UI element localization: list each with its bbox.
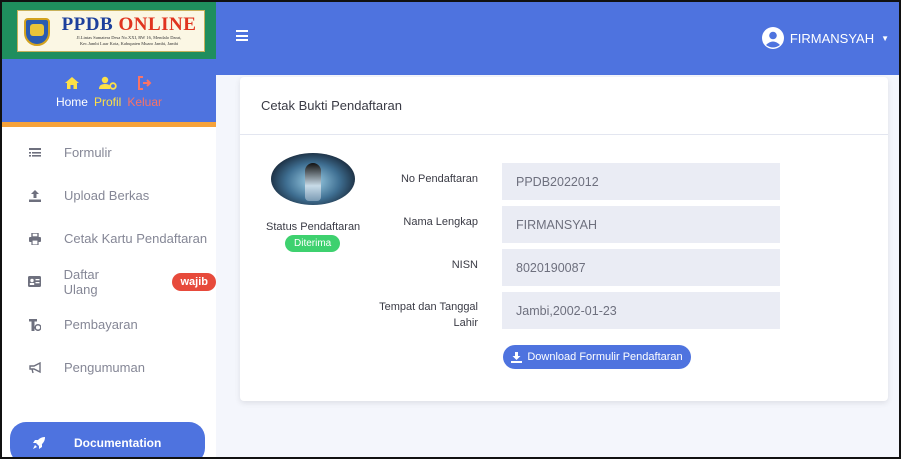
card-title: Cetak Bukti Pendaftaran: [240, 77, 888, 135]
brand-logo[interactable]: PPDB ONLINE Jl.Lintas Sumatera Desa No.X…: [17, 9, 205, 52]
nav-profil-label: Profil: [93, 94, 122, 109]
sidebar-item-formulir[interactable]: Formulir: [2, 131, 216, 174]
sign-out-icon: [137, 73, 153, 93]
brand-bar: PPDB ONLINE Jl.Lintas Sumatera Desa No.X…: [2, 2, 216, 59]
sidebar-quick-nav: Home Profil Keluar: [2, 59, 216, 127]
sidebar-item-label: Cetak Kartu Pendaftaran: [64, 231, 208, 246]
brand-address-2: Kec.Jambi Luar Kota, Kabupaten Muaro Jam…: [79, 41, 179, 46]
sidebar-item-label: Pengumuman: [64, 360, 145, 375]
sidebar-item-label: Pembayaran: [64, 317, 138, 332]
sidebar-item-cetak-kartu[interactable]: Cetak Kartu Pendaftaran: [2, 217, 216, 260]
registration-proof-card: Cetak Bukti Pendaftaran Status Pendaftar…: [240, 77, 888, 401]
user-avatar-icon: [761, 27, 784, 49]
sidebar-item-label: Daftar Ulang: [63, 266, 99, 297]
brand-title: PPDB ONLINE: [61, 13, 197, 35]
sidebar-item-pengumuman[interactable]: Pengumuman: [2, 346, 216, 389]
menu-toggle-icon[interactable]: [236, 30, 248, 41]
nav-home-label: Home: [55, 94, 88, 109]
id-card-icon: [28, 276, 42, 287]
nav-keluar-label: Keluar: [127, 94, 163, 109]
caret-down-icon: ▼: [881, 33, 889, 43]
field-label-no-pendaftaran: No Pendaftaran: [400, 173, 478, 185]
rocket-icon: [32, 436, 46, 450]
brand-address-1: Jl.Lintas Sumatera Desa No.XXI, RW 16, M…: [76, 34, 182, 40]
sidebar-item-upload-berkas[interactable]: Upload Berkas: [2, 174, 216, 217]
field-value-nama-lengkap: FIRMANSYAH: [502, 206, 780, 243]
sidebar-item-pembayaran[interactable]: Pembayaran: [2, 303, 216, 346]
wajib-badge: wajib: [172, 272, 216, 291]
sidebar-item-label: Formulir: [64, 145, 112, 160]
status-badge: Diterima: [285, 235, 341, 252]
field-value-no-pendaftaran: PPDB2022012: [502, 163, 780, 200]
school-emblem-icon: [22, 14, 52, 48]
download-icon: [511, 351, 523, 363]
user-name: FIRMANSYAH: [789, 30, 875, 46]
download-form-label: Download Formulir Pendaftaran: [527, 351, 683, 363]
sidebar-item-label: Upload Berkas: [64, 188, 150, 203]
field-label-nisn: NISN: [451, 259, 478, 271]
topbar: FIRMANSYAH ▼: [216, 2, 899, 75]
upload-icon: [28, 189, 42, 202]
field-label-nama-lengkap: Nama Lengkap: [403, 216, 478, 228]
sidebar: PPDB ONLINE Jl.Lintas Sumatera Desa No.X…: [2, 2, 216, 459]
user-dropdown[interactable]: FIRMANSYAH ▼: [761, 27, 889, 49]
sidebar-item-daftar-ulang[interactable]: Daftar Ulang wajib: [2, 260, 216, 303]
nav-keluar[interactable]: Keluar: [127, 73, 162, 109]
field-label-tempat-tanggal-lahir: Tempat dan Tanggal Lahir: [379, 301, 478, 329]
documentation-button[interactable]: Documentation: [10, 422, 205, 459]
sidebar-menu: Formulir Upload Berkas Cetak Kartu Penda…: [2, 127, 216, 389]
print-icon: [28, 232, 42, 245]
user-cog-icon: [98, 73, 117, 93]
field-value-tempat-tanggal-lahir: Jambi,2002-01-23: [502, 292, 780, 329]
home-icon: [64, 73, 80, 93]
payment-icon: [28, 318, 42, 331]
form-list-icon: [28, 147, 42, 159]
nav-home[interactable]: Home: [56, 73, 88, 109]
megaphone-icon: [28, 361, 42, 374]
field-value-nisn: 8020190087: [502, 249, 780, 286]
nav-profil[interactable]: Profil: [94, 73, 121, 109]
download-form-button[interactable]: Download Formulir Pendaftaran: [503, 345, 691, 369]
documentation-label: Documentation: [74, 436, 162, 450]
